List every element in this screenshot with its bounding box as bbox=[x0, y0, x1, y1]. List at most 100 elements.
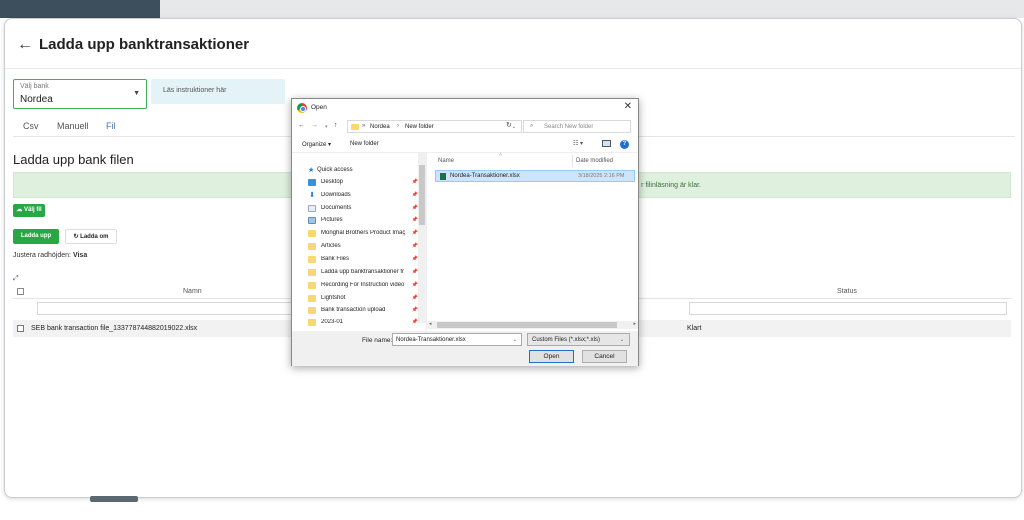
pictures-icon bbox=[308, 217, 316, 224]
row-checkbox[interactable] bbox=[17, 325, 24, 332]
reload-button[interactable]: ↻ Ladda om bbox=[65, 229, 117, 244]
nav-item-label: Recording For Instruction video bbox=[321, 282, 405, 288]
back-arrow-icon[interactable]: ← bbox=[17, 36, 33, 54]
nav-item-folder[interactable]: Bank transaction upload 📌 bbox=[308, 305, 418, 317]
folder-icon bbox=[308, 319, 316, 326]
preview-pane-icon[interactable] bbox=[602, 140, 611, 147]
screen: ← Ladda upp banktransaktioner Välj bank … bbox=[0, 0, 1024, 520]
row-status: Klart bbox=[687, 325, 702, 332]
dialog-toolbar: Organize ▾ New folder ☷ ▾ ? bbox=[292, 137, 638, 153]
upload-button[interactable]: Ladda upp bbox=[13, 229, 59, 244]
folder-icon bbox=[351, 124, 359, 130]
cancel-button[interactable]: Cancel bbox=[582, 350, 627, 363]
new-folder-button[interactable]: New folder bbox=[350, 141, 379, 147]
nav-item-folder[interactable]: Ladda upp banktransaktioner fr 📌 bbox=[308, 267, 418, 279]
close-icon[interactable]: ✕ bbox=[624, 101, 632, 112]
instructions-box[interactable]: Läs instruktioner här bbox=[151, 79, 285, 104]
name-filter-input[interactable] bbox=[37, 302, 307, 315]
nav-item-label: Pictures bbox=[321, 217, 343, 223]
taskbar-item bbox=[90, 496, 138, 502]
nav-item-folder[interactable]: Lightshot 📌 bbox=[308, 293, 418, 305]
search-input[interactable]: ⌕ Search New folder bbox=[523, 120, 631, 133]
dialog-navigation: ← → ▾ ↑ » Nordea › New folder ⌄ ↻ ⌕ Sear… bbox=[292, 117, 638, 137]
open-button[interactable]: Open bbox=[529, 350, 574, 363]
tab-fil[interactable]: Fil bbox=[106, 121, 116, 131]
dialog-body: ★ Quick access Desktop 📌 ⬇ Downloads 📌 D… bbox=[292, 152, 638, 331]
back-arrow-icon[interactable]: ← bbox=[298, 122, 305, 129]
upload-button-label: Ladda upp bbox=[20, 233, 52, 239]
scrollbar-thumb[interactable] bbox=[419, 165, 425, 225]
nav-item-folder[interactable]: Articles 📌 bbox=[308, 241, 418, 253]
tab-csv[interactable]: Csv bbox=[23, 121, 39, 131]
top-strip-dark bbox=[0, 0, 160, 18]
select-all-checkbox[interactable] bbox=[17, 288, 24, 295]
choose-file-button[interactable]: ☁ Välj fil bbox=[13, 204, 45, 217]
nav-item-downloads[interactable]: ⬇ Downloads 📌 bbox=[308, 190, 418, 202]
nav-pane-scrollbar[interactable] bbox=[418, 153, 426, 323]
recent-locations-icon[interactable]: ▾ bbox=[325, 124, 328, 130]
file-name-value: Nordea-Transaktioner.xlsx bbox=[396, 337, 466, 343]
nav-item-folder[interactable]: 2023-01 📌 bbox=[308, 317, 418, 329]
column-header-date-modified[interactable]: Date modified bbox=[576, 158, 613, 164]
folder-icon bbox=[308, 230, 316, 237]
folder-icon bbox=[308, 295, 316, 302]
file-type-select[interactable]: Custom Files (*.xlsx;*.xls) ⌄ bbox=[527, 333, 630, 346]
file-list-pane: ˄ Name Date modified Nordea-Transaktione… bbox=[432, 152, 638, 323]
file-name-label: File name: bbox=[362, 337, 393, 344]
column-header-name[interactable]: Name bbox=[438, 158, 454, 164]
column-header-status[interactable]: Status bbox=[837, 288, 857, 295]
star-icon: ★ bbox=[308, 167, 315, 174]
breadcrumb-item[interactable]: Nordea bbox=[370, 124, 390, 130]
quick-access-label[interactable]: Quick access bbox=[317, 167, 353, 173]
tab-manuell[interactable]: Manuell bbox=[57, 121, 89, 131]
address-bar[interactable]: » Nordea › New folder ⌄ bbox=[347, 120, 522, 133]
refresh-icon[interactable]: ↻ bbox=[506, 121, 512, 129]
nav-item-folder[interactable]: Monghal Brothers Product Imaç 📌 bbox=[308, 228, 418, 240]
page-title: Ladda upp banktransaktioner bbox=[39, 36, 250, 53]
row-height-value[interactable]: Visa bbox=[73, 252, 87, 259]
open-file-dialog: Open ✕ ← → ▾ ↑ » Nordea › New folder ⌄ ↻… bbox=[291, 98, 639, 366]
file-row[interactable]: Nordea-Transaktioner.xlsx 3/18/2025 2:16… bbox=[435, 170, 635, 182]
page-header: ← Ladda upp banktransaktioner bbox=[5, 19, 1021, 69]
file-name-input[interactable]: Nordea-Transaktioner.xlsx ⌄ bbox=[392, 333, 522, 346]
sort-indicator-icon: ˄ bbox=[499, 152, 502, 158]
breadcrumb-item[interactable]: New folder bbox=[405, 124, 434, 130]
nav-item-label: Monghal Brothers Product Imaç bbox=[321, 230, 406, 236]
folder-icon bbox=[308, 243, 316, 250]
help-icon[interactable]: ? bbox=[620, 140, 629, 149]
documents-icon bbox=[308, 205, 316, 212]
section-title: Ladda upp bank filen bbox=[13, 152, 134, 167]
column-header-name[interactable]: Namn bbox=[183, 288, 202, 295]
desktop-icon bbox=[308, 179, 316, 186]
nav-item-label: Lightshot bbox=[321, 295, 346, 301]
organize-menu[interactable]: Organize ▾ bbox=[302, 141, 331, 148]
expand-icon[interactable]: ⤢ bbox=[13, 275, 19, 283]
scrollbar-thumb[interactable] bbox=[437, 322, 617, 328]
dialog-title: Open bbox=[311, 104, 327, 111]
nav-item-folder[interactable]: Recording For Instruction video 📌 bbox=[308, 280, 418, 292]
nav-item-label: Bank Files bbox=[321, 256, 350, 262]
up-arrow-icon[interactable]: ↑ bbox=[334, 122, 338, 129]
chrome-icon bbox=[297, 103, 307, 113]
breadcrumb-separator: › bbox=[397, 123, 399, 129]
nav-item-documents[interactable]: Documents 📌 bbox=[308, 203, 418, 215]
scroll-left-icon[interactable]: ◂ bbox=[429, 321, 432, 327]
nav-item-pictures[interactable]: Pictures 📌 bbox=[308, 215, 418, 227]
forward-arrow-icon[interactable]: → bbox=[311, 122, 318, 129]
bank-select[interactable]: Välj bank Nordea ▼ bbox=[13, 79, 147, 109]
horizontal-scrollbar[interactable]: ◂ ▸ bbox=[427, 321, 638, 329]
dialog-footer: File name: Nordea-Transaktioner.xlsx ⌄ C… bbox=[292, 331, 638, 366]
file-row-date: 3/18/2025 2:16 PM bbox=[578, 173, 625, 179]
nav-item-label: Articles bbox=[321, 243, 341, 249]
status-filter-input[interactable] bbox=[689, 302, 1007, 315]
chevron-down-icon[interactable]: ⌄ bbox=[512, 124, 516, 130]
nav-item-label: Desktop bbox=[321, 179, 344, 185]
row-height-control: Justera radhöjden: Visa bbox=[13, 252, 87, 259]
column-divider[interactable] bbox=[572, 155, 573, 167]
nav-item-desktop[interactable]: Desktop 📌 bbox=[308, 177, 418, 189]
nav-item-folder[interactable]: Bank Files 📌 bbox=[308, 254, 418, 266]
scroll-right-icon[interactable]: ▸ bbox=[633, 321, 636, 327]
chevron-down-icon[interactable]: ⌄ bbox=[513, 337, 517, 343]
instructions-link[interactable]: Läs instruktioner här bbox=[163, 87, 226, 94]
view-options-icon[interactable]: ☷ ▾ bbox=[573, 140, 583, 147]
